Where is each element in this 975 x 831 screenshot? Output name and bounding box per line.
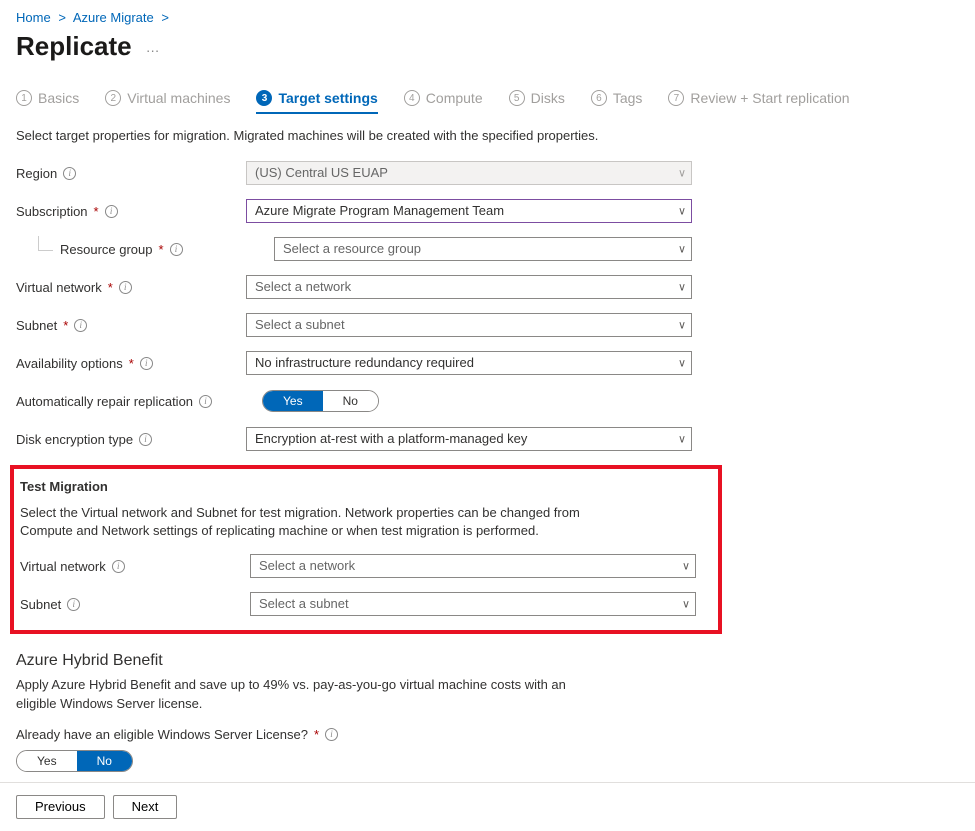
tab-number: 4 (404, 90, 420, 106)
auto-repair-label: Automatically repair replication (16, 394, 193, 409)
tab-label: Target settings (278, 90, 377, 106)
info-icon[interactable] (119, 281, 132, 294)
info-icon[interactable] (140, 357, 153, 370)
previous-button[interactable]: Previous (16, 795, 105, 819)
subnet-select[interactable]: Select a subnet (246, 313, 692, 337)
hybrid-license-no[interactable]: No (77, 751, 132, 771)
info-icon[interactable] (139, 433, 152, 446)
tab-label: Review + Start replication (690, 90, 849, 106)
info-icon[interactable] (325, 728, 338, 741)
tab-compute[interactable]: 4 Compute (404, 90, 483, 114)
breadcrumb-separator: > (157, 10, 173, 25)
breadcrumb: Home > Azure Migrate > (16, 10, 959, 25)
tab-number: 3 (256, 90, 272, 106)
tab-label: Basics (38, 90, 79, 106)
virtual-network-select[interactable]: Select a network (246, 275, 692, 299)
required-indicator: * (94, 204, 99, 219)
tab-target-settings[interactable]: 3 Target settings (256, 90, 377, 114)
next-button[interactable]: Next (113, 795, 178, 819)
availability-select[interactable]: No infrastructure redundancy required (246, 351, 692, 375)
required-indicator: * (314, 727, 319, 742)
tab-number: 1 (16, 90, 32, 106)
tab-review[interactable]: 7 Review + Start replication (668, 90, 849, 114)
hybrid-benefit-description: Apply Azure Hybrid Benefit and save up t… (16, 676, 576, 712)
disk-encryption-select[interactable]: Encryption at-rest with a platform-manag… (246, 427, 692, 451)
info-icon[interactable] (170, 243, 183, 256)
wizard-footer: Previous Next (0, 782, 975, 831)
test-subnet-label: Subnet (20, 597, 61, 612)
subscription-select[interactable]: Azure Migrate Program Management Team (246, 199, 692, 223)
info-icon[interactable] (74, 319, 87, 332)
hybrid-license-toggle[interactable]: Yes No (16, 750, 133, 772)
auto-repair-yes[interactable]: Yes (263, 391, 323, 411)
test-subnet-select[interactable]: Select a subnet (250, 592, 696, 616)
info-icon[interactable] (63, 167, 76, 180)
virtual-network-label: Virtual network (16, 280, 102, 295)
required-indicator: * (63, 318, 68, 333)
tab-number: 5 (509, 90, 525, 106)
resource-group-select[interactable]: Select a resource group (274, 237, 692, 261)
tab-basics[interactable]: 1 Basics (16, 90, 79, 114)
region-select: (US) Central US EUAP (246, 161, 692, 185)
info-icon[interactable] (67, 598, 80, 611)
required-indicator: * (129, 356, 134, 371)
page-title: Replicate (16, 31, 132, 62)
tab-tags[interactable]: 6 Tags (591, 90, 643, 114)
tab-number: 2 (105, 90, 121, 106)
availability-label: Availability options (16, 356, 123, 371)
required-indicator: * (159, 242, 164, 257)
tab-disks[interactable]: 5 Disks (509, 90, 565, 114)
tab-label: Disks (531, 90, 565, 106)
hybrid-license-question: Already have an eligible Windows Server … (16, 727, 308, 742)
breadcrumb-azure-migrate[interactable]: Azure Migrate (73, 10, 154, 25)
more-actions-icon[interactable]: … (146, 39, 160, 55)
test-vnet-label: Virtual network (20, 559, 106, 574)
subnet-label: Subnet (16, 318, 57, 333)
region-label: Region (16, 166, 57, 181)
tab-number: 6 (591, 90, 607, 106)
disk-encryption-label: Disk encryption type (16, 432, 133, 447)
hybrid-benefit-heading: Azure Hybrid Benefit (16, 652, 959, 670)
test-migration-heading: Test Migration (20, 479, 706, 494)
info-icon[interactable] (105, 205, 118, 218)
hybrid-license-yes[interactable]: Yes (17, 751, 77, 771)
test-vnet-select[interactable]: Select a network (250, 554, 696, 578)
tab-label: Virtual machines (127, 90, 230, 106)
tab-label: Tags (613, 90, 643, 106)
breadcrumb-home[interactable]: Home (16, 10, 51, 25)
test-migration-description: Select the Virtual network and Subnet fo… (20, 504, 580, 540)
info-icon[interactable] (112, 560, 125, 573)
tab-instruction: Select target properties for migration. … (16, 128, 959, 143)
wizard-tabs: 1 Basics 2 Virtual machines 3 Target set… (16, 90, 959, 114)
subscription-label: Subscription (16, 204, 88, 219)
auto-repair-toggle[interactable]: Yes No (262, 390, 379, 412)
info-icon[interactable] (199, 395, 212, 408)
tab-number: 7 (668, 90, 684, 106)
test-migration-section: Test Migration Select the Virtual networ… (10, 465, 722, 634)
auto-repair-no[interactable]: No (323, 391, 378, 411)
tab-label: Compute (426, 90, 483, 106)
resource-group-label: Resource group (60, 242, 153, 257)
required-indicator: * (108, 280, 113, 295)
breadcrumb-separator: > (54, 10, 70, 25)
tab-virtual-machines[interactable]: 2 Virtual machines (105, 90, 230, 114)
